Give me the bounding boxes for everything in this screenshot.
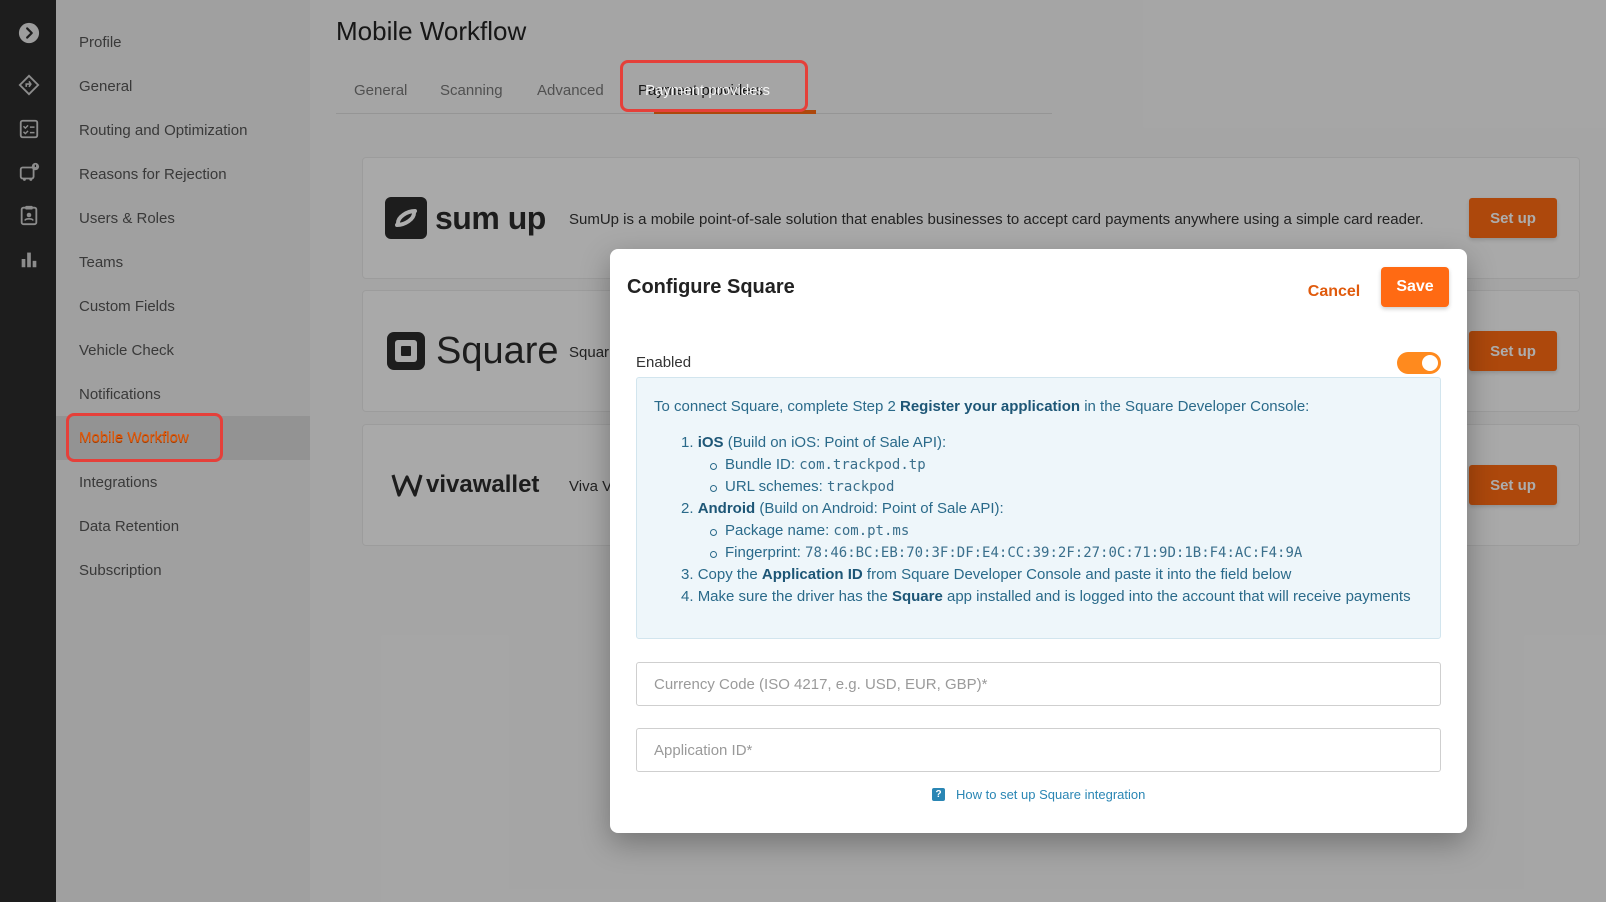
currency-code-input[interactable] [637,663,1440,705]
help-link[interactable]: ? How to set up Square integration [932,787,1145,802]
step-ios: 1. iOS (Build on iOS: Point of Sale API)… [681,434,946,451]
intro-text-end: in the Square Developer Console: [1080,398,1310,415]
step-number: 1. [681,434,694,451]
toggle-knob [1422,355,1438,371]
url-schemes-item: URL schemes: trackpod [709,478,895,495]
setup-instructions: To connect Square, complete Step 2 Regis… [636,377,1441,639]
configure-square-dialog: Configure Square Cancel Save Enabled To … [610,249,1467,833]
sub-label: URL schemes: [725,478,827,495]
step-bold: iOS [697,434,724,451]
sub-label: Package name: [725,522,834,539]
step-text: Copy the [697,566,762,583]
step-text-end: from Square Developer Console and paste … [862,566,1292,583]
url-scheme-value: trackpod [826,479,895,495]
instructions-intro: To connect Square, complete Step 2 Regis… [654,398,1309,415]
step-number: 4. [681,588,694,605]
sub-label: Bundle ID: [725,456,800,473]
enabled-toggle[interactable] [1397,352,1441,374]
enabled-label: Enabled [636,354,692,371]
fingerprint-value: 78:46:BC:EB:70:3F:DF:E4:CC:39:2F:27:0C:7… [805,545,1303,561]
bundle-id-item: Bundle ID: com.trackpod.tp [710,456,926,473]
help-icon: ? [932,788,945,801]
save-button[interactable]: Save [1381,267,1449,307]
step-text: (Build on iOS: Point of Sale API): [723,434,947,451]
bundle-id-value: com.trackpod.tp [799,457,926,473]
step-bold: Android [697,500,756,517]
application-id-input[interactable] [637,729,1440,771]
step-number: 2. [681,500,694,517]
step-android: 2. Android (Build on Android: Point of S… [681,500,1004,517]
sub-label: Fingerprint: [725,544,806,561]
dialog-title: Configure Square [627,276,795,298]
tab-payment-providers-highlight-label: Payment providers [645,82,771,99]
package-name-item: Package name: com.pt.ms [709,522,910,539]
step-text: Make sure the driver has the [697,588,892,605]
step-bold: Square [891,588,943,605]
help-link-text[interactable]: How to set up Square integration [956,787,1145,802]
package-name-value: com.pt.ms [833,523,910,539]
step-text: (Build on Android: Point of Sale API): [755,500,1004,517]
fingerprint-item: Fingerprint: 78:46:BC:EB:70:3F:DF:E4:CC:… [709,544,1303,561]
application-id-field[interactable] [636,728,1441,772]
currency-code-field[interactable] [636,662,1441,706]
cancel-button[interactable]: Cancel [1286,273,1382,311]
step-text-end: app installed and is logged into the acc… [942,588,1411,605]
step-copy-app-id: 3. Copy the Application ID from Square D… [681,566,1291,583]
step-driver-app: 4. Make sure the driver has the Square a… [681,588,1411,605]
step-number: 3. [681,566,694,583]
step-bold: Application ID [761,566,863,583]
nav-item-mobile-workflow-highlight-label: Mobile Workflow [79,429,189,446]
intro-bold: Register your application [899,398,1081,415]
intro-text: To connect Square, complete Step 2 [654,398,900,415]
